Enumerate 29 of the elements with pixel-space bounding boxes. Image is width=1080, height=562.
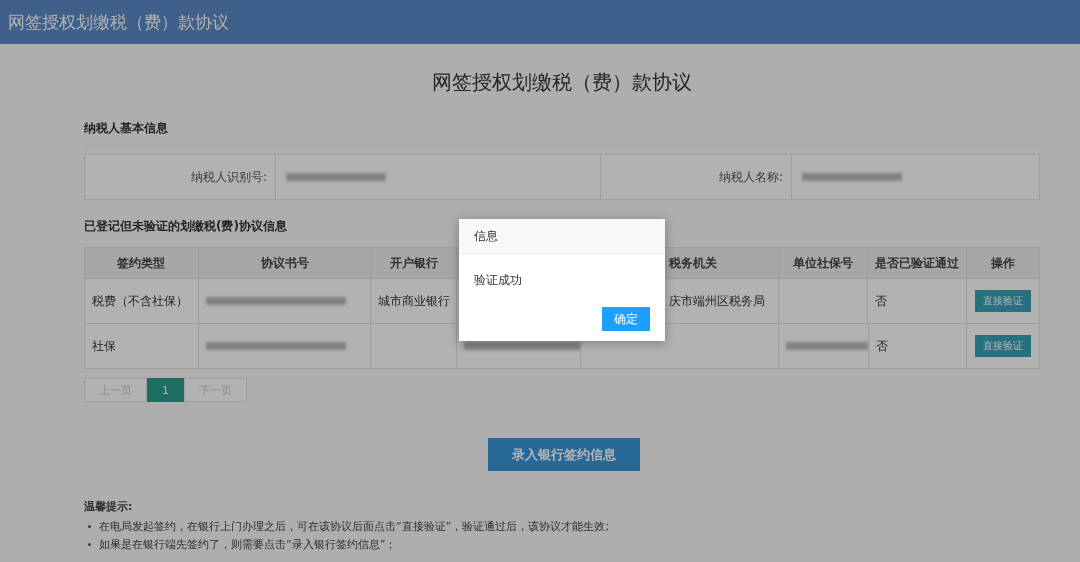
dialog-message: 验证成功 — [473, 272, 523, 289]
column-header: 开户银行 — [389, 254, 438, 272]
page-title: 网签授权划缴税（费）款协议 — [431, 69, 693, 95]
tip-item: 在电局发起签约，在银行上门办理之后，可在该协议后面点击“直接验证”，验证通过后，该协议才能生效; — [84, 517, 1040, 535]
confirm-button[interactable]: 确定 — [602, 307, 650, 331]
verify-button[interactable]: 直接验证 — [975, 335, 1032, 357]
table-cell: 否 — [875, 337, 888, 355]
column-header: 是否已验证通过 — [875, 254, 960, 272]
column-header: 操作 — [991, 254, 1016, 272]
field-label: 纳税人名称: — [717, 168, 784, 186]
table-cell: 城市商业银行 — [378, 292, 451, 310]
page-button[interactable]: 1 — [147, 378, 184, 402]
verify-button[interactable]: 直接验证 — [975, 290, 1032, 312]
tip-item: 如果是在银行端先签约了，则需要点击“录入银行签约信息”； — [84, 535, 1040, 553]
add-bank-info-button[interactable]: 录入银行签约信息 — [488, 438, 640, 471]
column-header: 签约类型 — [117, 254, 166, 272]
dialog-title: 信息 — [459, 219, 665, 254]
section-heading: 纳税人基本信息 — [84, 120, 1040, 146]
table-cell: 税费（不含社保） — [92, 292, 188, 310]
column-header: 税务机关 — [668, 254, 717, 272]
section-heading: 已登记但未验证的划缴税(费)协议信息 — [84, 218, 287, 235]
field-label: 纳税人识别号: — [189, 168, 268, 186]
tips-heading: 温馨提示: — [84, 499, 134, 514]
table-cell: 否 — [875, 292, 888, 310]
table-cell: 社保 — [92, 337, 116, 355]
column-header: 单位社保号 — [793, 254, 853, 272]
table-cell: 庆市端州区税务局 — [668, 292, 765, 310]
column-header: 协议书号 — [260, 254, 309, 272]
header-title: 网签授权划缴税（费）款协议 — [8, 10, 229, 34]
